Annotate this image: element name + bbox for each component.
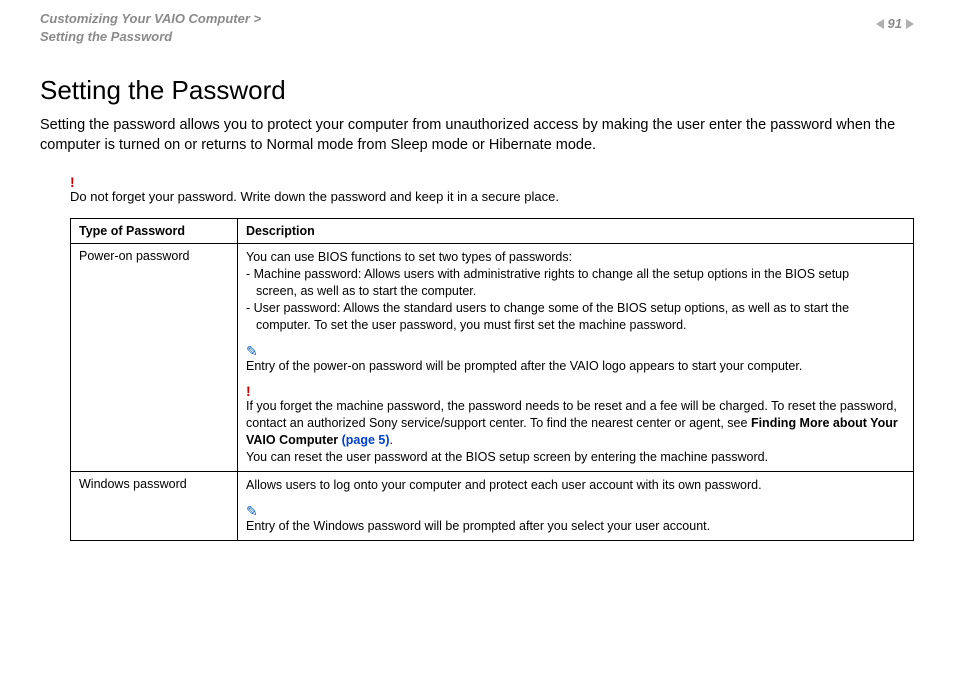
- warning-icon: !: [246, 384, 905, 398]
- note-icon: ✎: [246, 504, 905, 518]
- cell-type: Power-on password: [71, 244, 238, 472]
- page-link[interactable]: (page 5): [342, 433, 390, 447]
- breadcrumb-line-1: Customizing Your VAIO Computer >: [40, 11, 261, 26]
- table-row: Windows password Allows users to log ont…: [71, 471, 914, 540]
- desc-text: - User password: Allows the standard use…: [246, 300, 905, 317]
- desc-text: Allows users to log onto your computer a…: [246, 477, 905, 494]
- page-number: 91: [888, 16, 902, 31]
- desc-text: computer. To set the user password, you …: [246, 317, 905, 334]
- prev-page-icon[interactable]: [876, 19, 884, 29]
- cell-desc: You can use BIOS functions to set two ty…: [238, 244, 914, 472]
- table-row: Power-on password You can use BIOS funct…: [71, 244, 914, 472]
- top-warning: ! Do not forget your password. Write dow…: [70, 175, 914, 204]
- pager: 91: [876, 16, 914, 31]
- breadcrumb-line-2: Setting the Password: [40, 29, 172, 44]
- note-icon: ✎: [246, 344, 905, 358]
- warning-text: Do not forget your password. Write down …: [70, 189, 914, 204]
- page-header: Customizing Your VAIO Computer > Setting…: [0, 0, 954, 51]
- intro-paragraph: Setting the password allows you to prote…: [40, 116, 914, 155]
- content-area: Setting the Password Setting the passwor…: [0, 51, 954, 541]
- desc-text: screen, as well as to start the computer…: [246, 283, 905, 300]
- cell-type: Windows password: [71, 471, 238, 540]
- breadcrumb: Customizing Your VAIO Computer > Setting…: [40, 10, 261, 45]
- cell-desc: Allows users to log onto your computer a…: [238, 471, 914, 540]
- col-header-desc: Description: [238, 219, 914, 244]
- next-page-icon[interactable]: [906, 19, 914, 29]
- password-table: Type of Password Description Power-on pa…: [70, 218, 914, 541]
- warning-icon: !: [70, 175, 914, 189]
- note-text: Entry of the Windows password will be pr…: [246, 518, 905, 535]
- col-header-type: Type of Password: [71, 219, 238, 244]
- desc-text: - Machine password: Allows users with ad…: [246, 266, 905, 283]
- desc-text: You can use BIOS functions to set two ty…: [246, 249, 905, 266]
- page-title: Setting the Password: [40, 75, 914, 106]
- desc-text: You can reset the user password at the B…: [246, 449, 905, 466]
- note-text: Entry of the power-on password will be p…: [246, 358, 905, 375]
- warning-text: If you forget the machine password, the …: [246, 398, 905, 449]
